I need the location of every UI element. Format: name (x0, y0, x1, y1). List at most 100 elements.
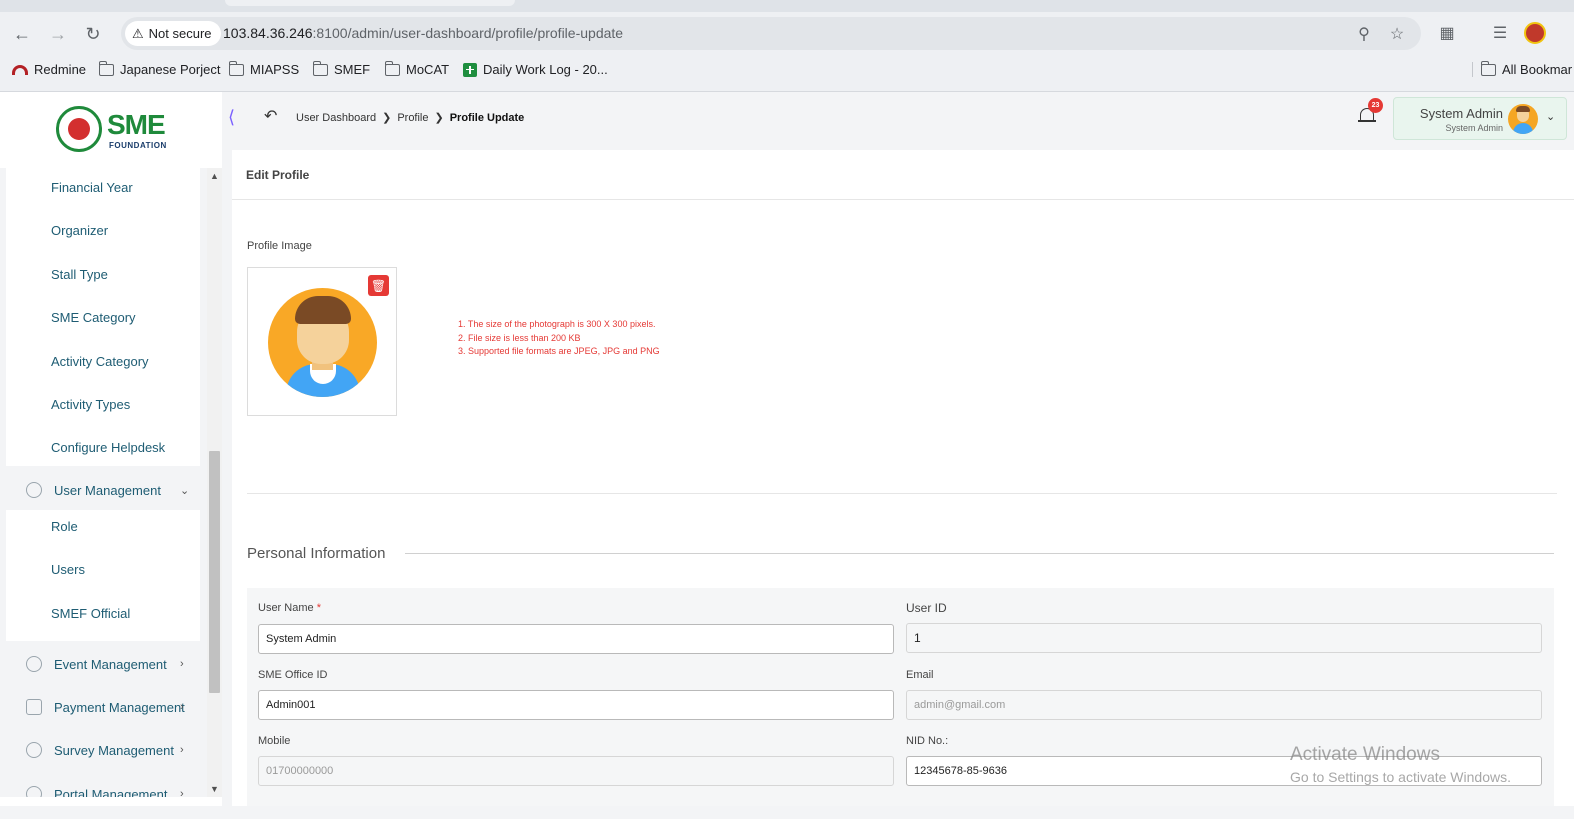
sme-foundation-logo[interactable]: SME FOUNDATION (56, 106, 172, 152)
user-role: System Admin (1445, 123, 1503, 133)
notification-badge: 23 (1368, 98, 1383, 113)
user-name-label: User Name * (258, 602, 321, 614)
sidebar-item-organizer[interactable]: Organizer (0, 215, 207, 245)
sidebar-scrollbar[interactable]: ▲ ▼ (207, 168, 222, 797)
user-name-input[interactable]: System Admin (258, 624, 894, 654)
sidebar-item-survey-management[interactable]: Survey Management › (0, 735, 207, 765)
mobile-field: 01700000000 (258, 756, 894, 786)
sidebar-item-role[interactable]: Role (0, 511, 207, 541)
bookmark-japanese-porject[interactable]: Japanese Porject (98, 60, 221, 77)
media-icon[interactable]: ☰ (1489, 22, 1511, 44)
active-tab[interactable] (225, 0, 515, 6)
breadcrumb-profile[interactable]: Profile (397, 112, 428, 124)
chevron-right-icon: › (180, 788, 184, 797)
undo-icon[interactable]: ↶ (264, 106, 277, 126)
menu-label: Stall Type (51, 266, 108, 282)
edit-profile-card: Edit Profile Profile Image 🗑 1. The size… (232, 150, 1574, 819)
collapse-sidebar-icon[interactable]: ⟨ (228, 107, 235, 128)
star-icon[interactable]: ☆ (1387, 24, 1407, 44)
sidebar-item-activity-types[interactable]: Activity Types (0, 389, 207, 419)
section-title: Personal Information (247, 545, 386, 562)
chevron-right-icon: › (180, 701, 184, 713)
sidebar-item-sme-category[interactable]: SME Category (0, 302, 207, 332)
bookmark-miapss[interactable]: MIAPSS (228, 60, 300, 77)
bookmark-label: Daily Work Log - 20... (483, 62, 608, 77)
user-management-submenu: Role Users SMEF Official (6, 510, 200, 641)
windows-activation-hint: Go to Settings to activate Windows. (1290, 769, 1511, 785)
chevron-down-icon[interactable]: ⌄ (1546, 110, 1555, 123)
menu-label: Financial Year (51, 179, 133, 195)
sme-office-id-input[interactable]: Admin001 (258, 690, 894, 720)
bookmarks-bar: Redmine Japanese Porject MIAPSS SMEF MoC… (0, 58, 1574, 84)
card-header: Edit Profile (232, 150, 1574, 200)
scroll-down-arrow-icon[interactable]: ▼ (210, 784, 219, 794)
url-text[interactable]: 103.84.36.246:8100/admin/user-dashboard/… (223, 25, 623, 41)
security-chip[interactable]: ⚠ Not secure (125, 21, 221, 46)
chevron-right-icon: ❯ (434, 112, 444, 124)
user-id-field: 1 (906, 623, 1542, 653)
url-path: :8100/admin/user-dashboard/profile/profi… (312, 25, 624, 41)
back-arrow-icon[interactable]: ← (10, 22, 34, 46)
sidebar-item-financial-year[interactable]: Financial Year (0, 172, 207, 202)
nid-label: NID No.: (906, 735, 949, 747)
user-management-icon (26, 482, 42, 498)
url-host: 103.84.36.246 (223, 25, 313, 41)
portal-management-icon (26, 786, 42, 797)
delete-image-button[interactable]: 🗑 (368, 275, 389, 296)
sidebar-item-portal-management[interactable]: Portal Management › (0, 779, 207, 797)
breadcrumb-current: Profile Update (449, 111, 525, 124)
scroll-up-arrow-icon[interactable]: ▲ (210, 171, 219, 181)
sidebar-item-stall-type[interactable]: Stall Type (0, 259, 207, 289)
bookmark-mocat[interactable]: MoCAT (384, 60, 449, 77)
menu-label: Event Management (54, 656, 167, 672)
sidebar-item-user-management[interactable]: User Management ⌄ (0, 475, 207, 505)
sidebar: SME FOUNDATION Financial Year Organizer … (0, 92, 222, 819)
bookmark-smef[interactable]: SMEF (312, 60, 370, 77)
sidebar-item-payment-management[interactable]: Payment Management › (0, 692, 207, 722)
app-root: SME FOUNDATION Financial Year Organizer … (0, 92, 1574, 819)
govt-emblem (56, 106, 102, 152)
forward-arrow-icon[interactable]: → (46, 22, 70, 46)
survey-management-icon (26, 742, 42, 758)
divider (247, 493, 1557, 494)
sidebar-item-users[interactable]: Users (0, 554, 207, 584)
breadcrumb-user-dashboard[interactable]: User Dashboard (296, 112, 376, 124)
bookmark-daily-work-log[interactable]: Daily Work Log - 20... (463, 62, 608, 77)
address-bar[interactable]: ⚠ Not secure 103.84.36.246:8100/admin/us… (121, 17, 1421, 50)
profile-image-box[interactable]: 🗑 (247, 267, 397, 416)
bookmark-all-bookmarks[interactable]: All Bookmar (1472, 60, 1572, 77)
menu-label: SMEF Official (51, 605, 131, 621)
sidebar-item-smef-official[interactable]: SMEF Official (0, 598, 207, 628)
menu-label: Payment Management (54, 699, 185, 715)
menu-label: Survey Management (54, 742, 174, 758)
menu-label: Role (51, 518, 78, 534)
user-id-label: User ID (906, 601, 947, 615)
logo-subtitle: FOUNDATION (109, 141, 167, 150)
windows-activation-watermark: Activate Windows (1290, 744, 1440, 765)
menu-label: Configure Helpdesk (51, 439, 166, 455)
user-menu[interactable]: System Admin System Admin ⌄ (1393, 97, 1567, 140)
sidebar-item-activity-category[interactable]: Activity Category (0, 346, 207, 376)
user-name: System Admin (1419, 106, 1503, 121)
bookmark-label: MIAPSS (250, 62, 300, 77)
reload-icon[interactable]: ↻ (81, 22, 105, 46)
chevron-down-icon: ⌄ (180, 484, 190, 497)
menu-label: Activity Category (51, 353, 149, 369)
settings-submenu: Financial Year Organizer Stall Type SME … (6, 168, 200, 466)
zoom-icon[interactable]: ⚲ (1354, 24, 1374, 44)
chevron-right-icon: › (180, 658, 184, 670)
top-bar: ⟨ ↶ User Dashboard ❯ Profile ❯ Profile U… (222, 92, 1574, 147)
sidebar-item-configure-helpdesk[interactable]: Configure Helpdesk (0, 432, 207, 462)
required-marker: * (316, 602, 321, 614)
bookmark-redmine[interactable]: Redmine (12, 62, 86, 77)
sidebar-item-event-management[interactable]: Event Management › (0, 649, 207, 679)
browser-profile-avatar[interactable] (1524, 22, 1546, 44)
mobile-label: Mobile (258, 735, 291, 747)
email-label: Email (906, 669, 934, 681)
bookmark-label: Redmine (34, 62, 87, 77)
security-label: Not secure (148, 26, 212, 41)
scroll-thumb[interactable] (209, 451, 220, 693)
card-title: Edit Profile (246, 168, 310, 182)
extensions-icon[interactable]: ▦ (1436, 22, 1458, 44)
bookmark-label: Japanese Porject (120, 62, 221, 77)
